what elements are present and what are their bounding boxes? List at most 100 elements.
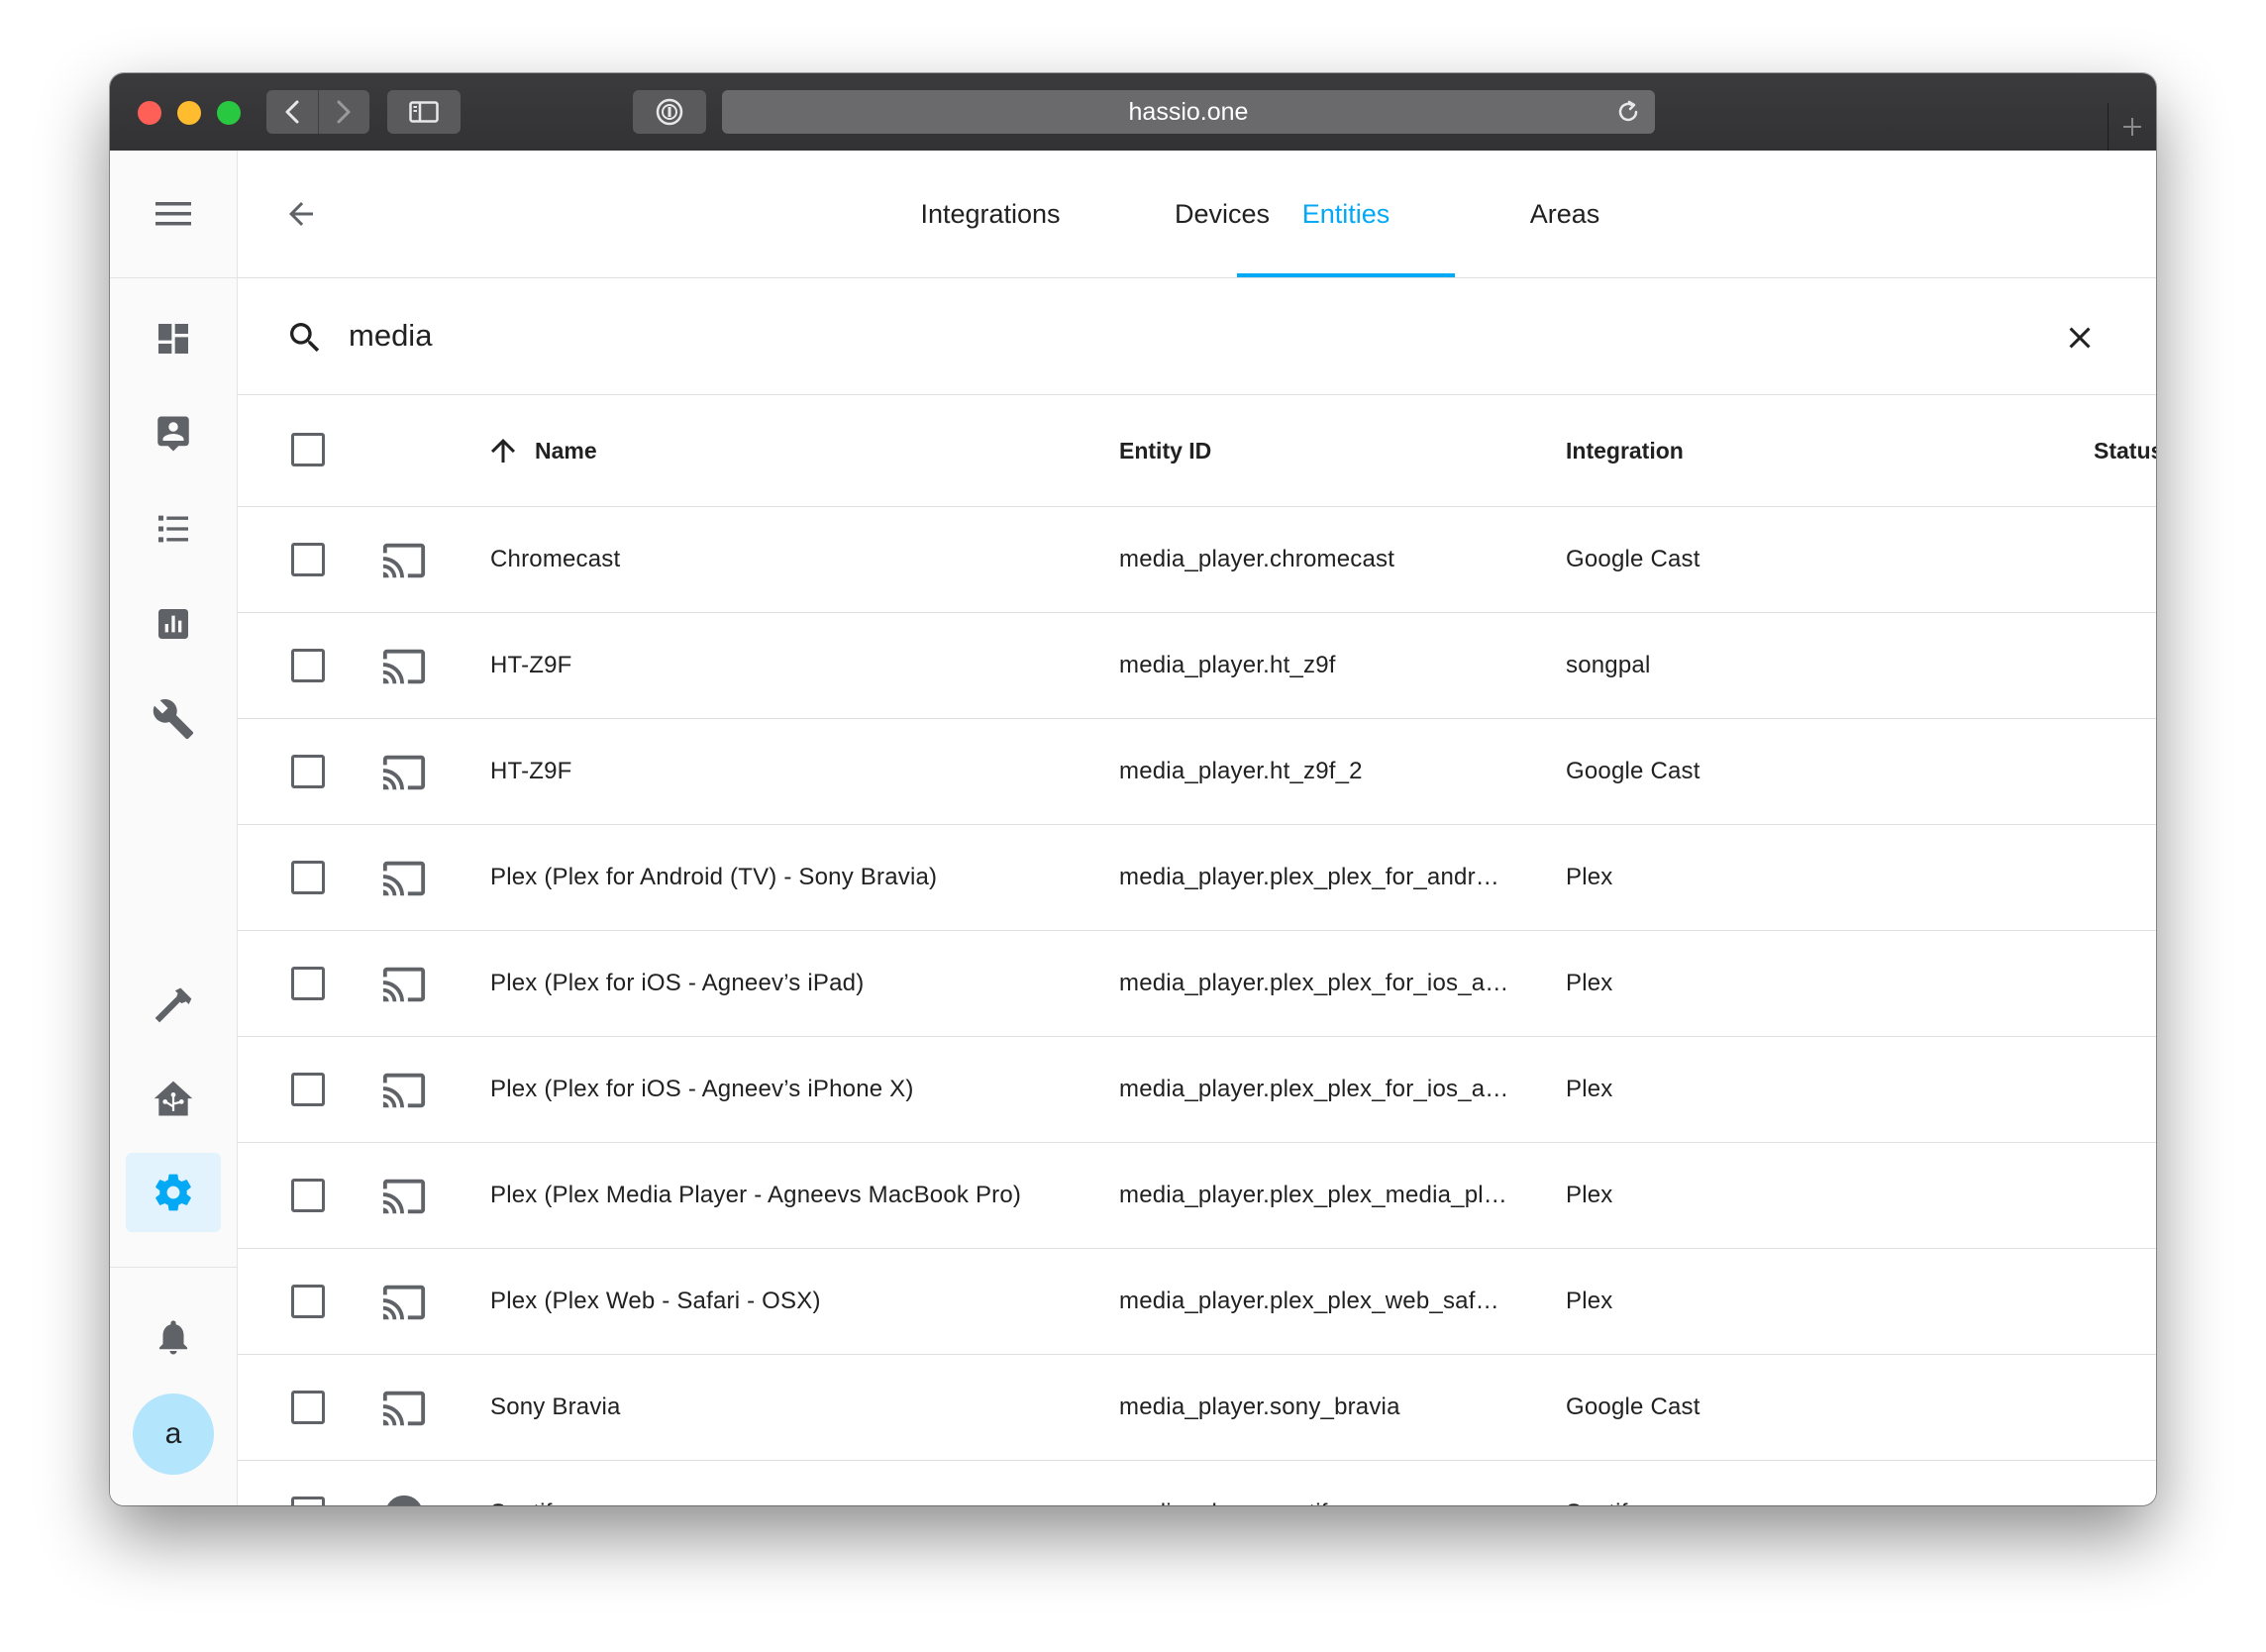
cast-icon [382,1285,426,1320]
sidebar-item-configuration[interactable] [126,1153,221,1232]
row-checkbox[interactable] [291,1497,325,1505]
table-row[interactable]: Spotify media_player.spotify_agneev Spot… [238,1461,2156,1505]
table-row[interactable]: Sony Bravia media_player.sony_bravia Goo… [238,1355,2156,1461]
row-checkbox[interactable] [291,755,325,788]
row-checkbox[interactable] [291,967,325,1000]
tab-integrations[interactable]: Integrations [872,151,1109,277]
tabs-toolbar: Integrations Devices Entities Areas [238,151,2156,278]
user-avatar[interactable]: a [133,1394,214,1475]
table-row[interactable]: Plex (Plex Media Player - Agneevs MacBoo… [238,1143,2156,1249]
password-manager-button[interactable] [633,90,706,134]
new-tab-button[interactable] [2108,103,2156,151]
entity-name: Chromecast [490,546,621,572]
hamburger-menu-icon [155,202,191,226]
column-label: Integration [1566,437,1684,464]
password-manager-icon [656,98,683,126]
minimize-window-button[interactable] [177,101,201,125]
entity-name: HT-Z9F [490,652,572,678]
entity-id: media_player.plex_plex_for_ios_a… [1119,970,1509,996]
entity-name: Plex (Plex for iOS - Agneev’s iPad) [490,970,865,996]
table-row[interactable]: Chromecast media_player.chromecast Googl… [238,507,2156,613]
toggle-sidebar-button[interactable] [387,90,461,134]
cast-icon [382,543,426,578]
entity-integration: Spotify [1566,1461,1640,1505]
address-bar[interactable]: hassio.one [722,90,1655,134]
sidebar-menu-toggle[interactable] [110,151,237,278]
entity-id: media_player.plex_plex_media_pl… [1119,1182,1507,1208]
chevron-right-icon [337,100,351,124]
tab-entities[interactable]: Entities [1237,151,1455,277]
row-checkbox[interactable] [291,861,325,894]
row-checkbox[interactable] [291,1391,325,1424]
cast-icon [382,1391,426,1426]
reload-icon[interactable] [1615,99,1641,125]
bell-icon [159,1320,187,1355]
tab-areas[interactable]: Areas [1476,151,1654,277]
home-assistant-app: a Integrations Devices Entities Areas me… [110,151,2156,1505]
row-checkbox[interactable] [291,1285,325,1318]
sidebar-item-logbook[interactable] [126,489,221,568]
cast-icon [382,1073,426,1108]
entity-integration: Plex [1566,864,1613,890]
entity-name: Plex (Plex Media Player - Agneevs MacBoo… [490,1182,1022,1208]
row-checkbox[interactable] [291,1179,325,1212]
back-nav-button[interactable] [266,90,318,134]
column-label: Name [535,437,597,464]
entity-integration: Google Cast [1566,1394,1700,1420]
entity-id: media_player.ht_z9f [1119,652,1336,678]
cast-icon [382,649,426,684]
entity-id: media_player.plex_plex_for_ios_a… [1119,1076,1509,1102]
user-initial: a [164,1417,182,1450]
entity-integration: Plex [1566,1288,1613,1314]
home-assistant-icon [154,1081,193,1116]
wrench-icon [153,699,194,740]
close-icon[interactable] [2062,320,2098,356]
sort-ascending-icon [491,439,515,463]
entity-id: media_player.ht_z9f_2 [1119,758,1363,784]
column-header-entity-id[interactable]: Entity ID [1119,395,1211,506]
column-header-integration[interactable]: Integration [1566,395,1684,506]
entity-name: HT-Z9F [490,758,572,784]
history-nav [266,90,369,134]
sidebar: a [110,151,238,1505]
column-header-status[interactable]: Status [2094,395,2156,506]
sidebar-item-map[interactable] [126,394,221,473]
column-label: Entity ID [1119,437,1212,464]
search-bar [238,278,2156,395]
close-window-button[interactable] [138,101,161,125]
sidebar-item-notifications[interactable] [126,1297,221,1377]
sidebar-item-history[interactable] [126,584,221,664]
column-header-name[interactable]: Name [485,395,597,506]
entity-id: media_player.chromecast [1119,546,1395,572]
table-row[interactable]: HT-Z9F media_player.ht_z9f_2 Google Cast [238,719,2156,825]
entities-table-body: Chromecast media_player.chromecast Googl… [238,507,2156,1505]
account-box-icon [157,416,189,452]
search-icon [290,323,320,353]
active-tab-indicator [1237,273,1455,277]
hammer-icon [154,987,192,1023]
row-checkbox[interactable] [291,1073,325,1106]
entity-name: Plex (Plex for iOS - Agneev’s iPhone X) [490,1076,914,1102]
table-row[interactable]: HT-Z9F media_player.ht_z9f songpal [238,613,2156,719]
back-button[interactable] [281,194,321,234]
forward-nav-button[interactable] [318,90,369,134]
table-row[interactable]: Plex (Plex Web - Safari - OSX) media_pla… [238,1249,2156,1355]
history-chart-icon [158,609,188,639]
select-all-checkbox[interactable] [291,433,325,466]
search-input[interactable] [349,308,1834,363]
table-row[interactable]: Plex (Plex for iOS - Agneev’s iPad) medi… [238,931,2156,1037]
row-checkbox[interactable] [291,543,325,576]
entity-name: Plex (Plex for Android (TV) - Sony Bravi… [490,864,938,890]
table-row[interactable]: Plex (Plex for iOS - Agneev’s iPhone X) … [238,1037,2156,1143]
row-checkbox[interactable] [291,649,325,682]
table-row[interactable]: Plex (Plex for Android (TV) - Sony Bravi… [238,825,2156,931]
entity-integration: songpal [1566,652,1651,678]
entity-id: media_player.sony_bravia [1119,1394,1400,1420]
sidebar-divider [110,1267,237,1268]
zoom-window-button[interactable] [217,101,241,125]
sidebar-item-developer-tools[interactable] [126,965,221,1044]
sidebar-item-home-assistant[interactable] [126,1060,221,1139]
browser-titlebar: hassio.one [110,73,2156,152]
sidebar-item-supervisor[interactable] [126,679,221,759]
sidebar-item-overview[interactable] [126,299,221,378]
